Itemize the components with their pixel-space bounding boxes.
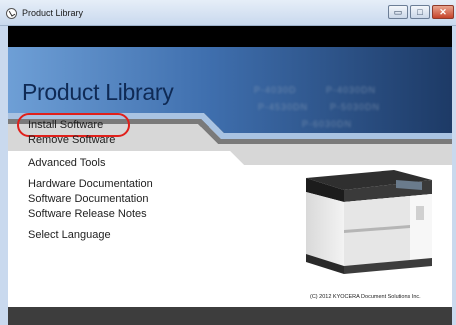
banner-title: Product Library bbox=[22, 79, 174, 105]
advanced-tools-link[interactable]: Advanced Tools bbox=[28, 157, 105, 169]
window-title: Product Library bbox=[22, 8, 84, 18]
minimize-button[interactable]: ▭ bbox=[388, 5, 408, 19]
software-release-notes-link[interactable]: Software Release Notes bbox=[28, 208, 147, 220]
model-name: P-4030D bbox=[254, 85, 297, 95]
window-right-frame bbox=[452, 26, 456, 325]
product-library-window: Product Library ▭ □ ✕ Product Library P-… bbox=[0, 0, 456, 325]
model-name: P-4530DN bbox=[258, 102, 309, 112]
software-documentation-link[interactable]: Software Documentation bbox=[28, 193, 148, 205]
close-button[interactable]: ✕ bbox=[432, 5, 454, 19]
install-software-link[interactable]: Install Software bbox=[28, 119, 103, 131]
main-content: Product Library P-4030D P-4030DN P-4530D… bbox=[8, 26, 452, 325]
app-icon bbox=[6, 8, 17, 19]
title-bar[interactable]: Product Library ▭ □ ✕ bbox=[0, 0, 456, 26]
footer-bar bbox=[8, 307, 452, 325]
window-left-frame bbox=[0, 26, 8, 325]
model-name: P-4030DN bbox=[326, 85, 377, 95]
model-name: P-5030DN bbox=[330, 102, 381, 112]
header-black-bar bbox=[8, 26, 452, 47]
model-name: P-6030DN bbox=[302, 119, 353, 129]
copyright-text: (C) 2012 KYOCERA Document Solutions Inc. bbox=[310, 294, 421, 300]
maximize-button[interactable]: □ bbox=[410, 5, 430, 19]
hardware-documentation-link[interactable]: Hardware Documentation bbox=[28, 178, 153, 190]
select-language-link[interactable]: Select Language bbox=[28, 229, 111, 241]
banner: Product Library P-4030D P-4030DN P-4530D… bbox=[8, 47, 452, 165]
remove-software-link[interactable]: Remove Software bbox=[28, 134, 115, 146]
printer-image bbox=[306, 170, 432, 274]
banner-graphic bbox=[8, 47, 452, 165]
